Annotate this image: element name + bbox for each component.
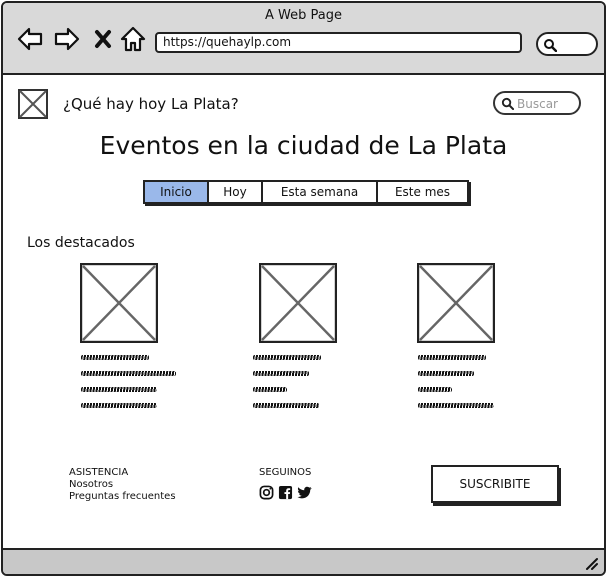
browser-statusbar	[3, 548, 604, 574]
url-bar[interactable]: https://quehaylp.com	[155, 32, 522, 53]
featured-section-title: Los destacados	[27, 235, 135, 251]
subscribe-button[interactable]: SUSCRIBITE	[431, 465, 559, 503]
search-icon	[501, 97, 514, 110]
footer-link-preguntas[interactable]: Preguntas frecuentes	[69, 491, 176, 503]
tab-bar: Inicio Hoy Esta semana Este mes	[143, 180, 469, 204]
twitter-icon[interactable]	[297, 485, 312, 500]
facebook-icon[interactable]	[278, 485, 293, 500]
window-title: A Web Page	[265, 8, 342, 23]
footer-assistance: ASISTENCIA Nosotros Preguntas frecuentes	[69, 467, 176, 503]
search-icon	[544, 39, 557, 52]
logo-placeholder-image	[18, 89, 48, 119]
browser-window: A Web Page https://quehaylp.com ¿Qué hay…	[1, 1, 606, 576]
footer-follow: SEGUINOS	[259, 467, 312, 500]
resize-grip-icon[interactable]	[584, 556, 598, 570]
tab-inicio[interactable]: Inicio	[145, 182, 209, 202]
featured-event-text	[418, 355, 528, 419]
footer-assistance-heading: ASISTENCIA	[69, 467, 129, 478]
footer-link-nosotros[interactable]: Nosotros	[69, 479, 176, 491]
forward-arrow-icon[interactable]	[53, 25, 81, 53]
tab-esta-semana[interactable]: Esta semana	[263, 182, 378, 202]
featured-event-image[interactable]	[79, 262, 159, 344]
search-input[interactable]	[517, 95, 577, 112]
back-arrow-icon[interactable]	[16, 25, 44, 53]
tab-hoy[interactable]: Hoy	[209, 182, 263, 202]
featured-event-text	[253, 355, 363, 419]
page-title: Eventos en la ciudad de La Plata	[99, 131, 508, 160]
featured-event-image[interactable]	[258, 262, 338, 344]
tab-este-mes[interactable]: Este mes	[378, 182, 467, 202]
featured-event-text	[81, 355, 191, 419]
instagram-icon[interactable]	[259, 485, 274, 500]
close-icon[interactable]	[91, 25, 119, 53]
site-search[interactable]	[493, 91, 581, 115]
social-links	[259, 485, 312, 500]
site-title: ¿Qué hay hoy La Plata?	[63, 95, 239, 113]
home-icon[interactable]	[119, 25, 147, 53]
footer-follow-heading: SEGUINOS	[259, 467, 312, 478]
browser-search-field[interactable]	[536, 32, 598, 56]
featured-event-image[interactable]	[416, 262, 496, 344]
browser-titlebar: A Web Page https://quehaylp.com	[3, 3, 604, 75]
